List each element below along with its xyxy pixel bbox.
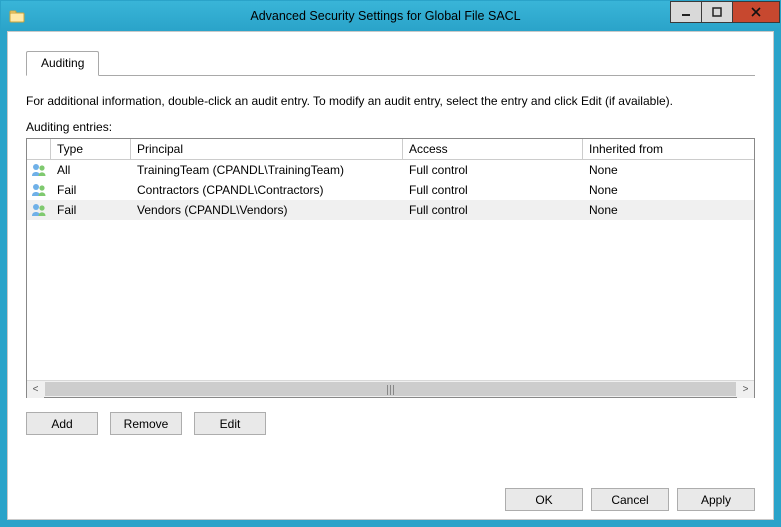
col-header-access[interactable]: Access [403,139,583,160]
col-header-principal[interactable]: Principal [131,139,403,160]
dialog-buttons: OK Cancel Apply [26,468,755,511]
close-icon [750,6,762,18]
table-row[interactable]: Fail Contractors (CPANDL\Contractors) Fu… [27,180,754,200]
col-header-icon[interactable] [27,139,51,160]
info-text: For additional information, double-click… [26,94,755,108]
add-button[interactable]: Add [26,412,98,435]
cell-type: All [51,161,131,179]
cell-inherited: None [583,201,754,219]
entry-action-buttons: Add Remove Edit [26,412,755,435]
row-icon-cell [27,160,51,180]
cell-inherited: None [583,161,754,179]
cell-principal: TrainingTeam (CPANDL\TrainingTeam) [131,161,403,179]
scroll-track[interactable] [44,381,737,397]
cancel-button[interactable]: Cancel [591,488,669,511]
col-header-type[interactable]: Type [51,139,131,160]
grid-body: All TrainingTeam (CPANDL\TrainingTeam) F… [27,160,754,380]
minimize-button[interactable] [670,1,702,23]
scroll-right-button[interactable]: > [737,381,754,398]
grid-header-row: Type Principal Access Inherited from [27,139,754,160]
maximize-icon [712,7,722,17]
minimize-icon [681,7,691,17]
apply-button[interactable]: Apply [677,488,755,511]
ok-button[interactable]: OK [505,488,583,511]
table-row[interactable]: All TrainingTeam (CPANDL\TrainingTeam) F… [27,160,754,180]
window-frame: Advanced Security Settings for Global Fi… [0,0,781,527]
cell-type: Fail [51,181,131,199]
cell-inherited: None [583,181,754,199]
app-icon [9,8,25,24]
scroll-thumb[interactable] [45,382,736,396]
group-icon [31,202,47,218]
scroll-thumb-grips [386,385,396,395]
cell-access: Full control [403,201,583,219]
group-icon [31,182,47,198]
chevron-left-icon: < [33,384,39,395]
scroll-left-button[interactable]: < [27,381,44,398]
edit-button[interactable]: Edit [194,412,266,435]
tabstrip: Auditing [26,50,755,76]
horizontal-scrollbar[interactable]: < > [27,380,754,397]
close-button[interactable] [732,1,780,23]
window-controls [671,1,780,23]
row-icon-cell [27,180,51,200]
cell-access: Full control [403,181,583,199]
table-row[interactable]: Fail Vendors (CPANDL\Vendors) Full contr… [27,200,754,220]
auditing-entries-grid: Type Principal Access Inherited from Al [26,138,755,398]
row-icon-cell [27,200,51,220]
chevron-right-icon: > [743,384,749,395]
cell-type: Fail [51,201,131,219]
window-chrome: Auditing For additional information, dou… [1,31,780,526]
col-header-inherited[interactable]: Inherited from [583,139,754,160]
remove-button[interactable]: Remove [110,412,182,435]
auditing-entries-label: Auditing entries: [26,120,755,134]
tab-baseline [26,75,755,76]
client-area: Auditing For additional information, dou… [7,31,774,520]
cell-principal: Contractors (CPANDL\Contractors) [131,181,403,199]
group-icon [31,162,47,178]
maximize-button[interactable] [701,1,733,23]
cell-principal: Vendors (CPANDL\Vendors) [131,201,403,219]
cell-access: Full control [403,161,583,179]
tab-auditing[interactable]: Auditing [26,51,99,76]
titlebar[interactable]: Advanced Security Settings for Global Fi… [1,1,780,31]
window-title: Advanced Security Settings for Global Fi… [31,9,780,23]
